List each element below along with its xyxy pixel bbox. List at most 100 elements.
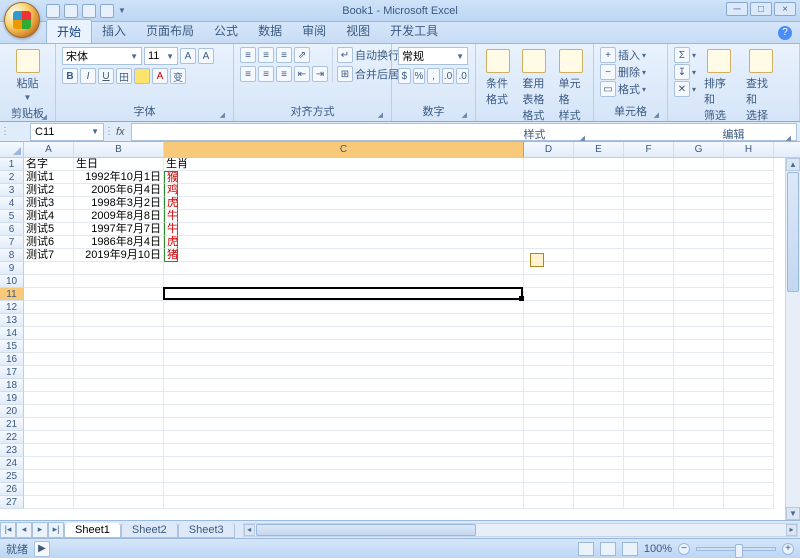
cell-H22[interactable] (724, 431, 774, 444)
qat-print-icon[interactable] (100, 4, 114, 18)
cell-F1[interactable] (624, 158, 674, 171)
vertical-scrollbar[interactable]: ▲ ▼ (785, 158, 800, 520)
tab-页面布局[interactable]: 页面布局 (136, 19, 204, 43)
cell-A12[interactable] (24, 301, 74, 314)
cell-F26[interactable] (624, 483, 674, 496)
name-box[interactable]: C11▼ (30, 123, 104, 141)
cell-E17[interactable] (574, 366, 624, 379)
cell-G20[interactable] (674, 405, 724, 418)
autosum-button[interactable]: Σ▾ (674, 47, 696, 63)
cell-C3-rest[interactable] (178, 184, 524, 197)
tab-插入[interactable]: 插入 (92, 19, 136, 43)
cell-H17[interactable] (724, 366, 774, 379)
cell-E26[interactable] (574, 483, 624, 496)
cell-B11[interactable] (74, 288, 164, 301)
percent-icon[interactable]: % (413, 68, 426, 84)
cell-B5[interactable]: 2009年8月8日 (74, 210, 164, 223)
col-header-G[interactable]: G (674, 142, 724, 157)
cell-C25[interactable] (164, 470, 524, 483)
cell-A22[interactable] (24, 431, 74, 444)
cell-B21[interactable] (74, 418, 164, 431)
cell-G2[interactable] (674, 171, 724, 184)
tab-开始[interactable]: 开始 (46, 19, 92, 43)
cell-F20[interactable] (624, 405, 674, 418)
cell-D13[interactable] (524, 314, 574, 327)
cell-B14[interactable] (74, 327, 164, 340)
cell-H16[interactable] (724, 353, 774, 366)
cell-G16[interactable] (674, 353, 724, 366)
cell-C13[interactable] (164, 314, 524, 327)
cell-B23[interactable] (74, 444, 164, 457)
cell-E23[interactable] (574, 444, 624, 457)
cell-A9[interactable] (24, 262, 74, 275)
col-header-H[interactable]: H (724, 142, 774, 157)
number-format-combo[interactable]: 常规▼ (398, 47, 468, 65)
cell-C26[interactable] (164, 483, 524, 496)
cell-H4[interactable] (724, 197, 774, 210)
cell-A19[interactable] (24, 392, 74, 405)
cell-C27[interactable] (164, 496, 524, 509)
cell-D14[interactable] (524, 327, 574, 340)
tab-视图[interactable]: 视图 (336, 19, 380, 43)
cell-G13[interactable] (674, 314, 724, 327)
cell-A11[interactable] (24, 288, 74, 301)
cell-F2[interactable] (624, 171, 674, 184)
cell-C16[interactable] (164, 353, 524, 366)
cell-A6[interactable]: 测试5 (24, 223, 74, 236)
sheet-tab-Sheet1[interactable]: Sheet1 (64, 523, 121, 538)
cell-C5-rest[interactable] (178, 210, 524, 223)
row-header-6[interactable]: 6 (0, 223, 24, 236)
cell-F4[interactable] (624, 197, 674, 210)
cell-F18[interactable] (624, 379, 674, 392)
row-header-17[interactable]: 17 (0, 366, 24, 379)
fx-icon[interactable]: fx (116, 126, 125, 138)
row-header-11[interactable]: 11 (0, 288, 24, 301)
cell-G18[interactable] (674, 379, 724, 392)
comma-icon[interactable]: , (427, 68, 440, 84)
col-header-F[interactable]: F (624, 142, 674, 157)
cell-E20[interactable] (574, 405, 624, 418)
cell-F27[interactable] (624, 496, 674, 509)
cell-D20[interactable] (524, 405, 574, 418)
row-header-9[interactable]: 9 (0, 262, 24, 275)
cell-B2[interactable]: 1992年10月1日 (74, 171, 164, 184)
cell-C17[interactable] (164, 366, 524, 379)
cell-A1[interactable]: 名字 (24, 158, 74, 171)
row-header-19[interactable]: 19 (0, 392, 24, 405)
cell-C4-rest[interactable] (178, 197, 524, 210)
row-header-1[interactable]: 1 (0, 158, 24, 171)
cell-E12[interactable] (574, 301, 624, 314)
cell-A21[interactable] (24, 418, 74, 431)
cell-F14[interactable] (624, 327, 674, 340)
tab-公式[interactable]: 公式 (204, 19, 248, 43)
qat-redo-icon[interactable] (82, 4, 96, 18)
cell-G7[interactable] (674, 236, 724, 249)
cell-B3[interactable]: 2005年6月4日 (74, 184, 164, 197)
row-header-25[interactable]: 25 (0, 470, 24, 483)
cell-C14[interactable] (164, 327, 524, 340)
cell-G4[interactable] (674, 197, 724, 210)
cell-E1[interactable] (574, 158, 624, 171)
insert-cells-button[interactable]: +插入▾ (600, 47, 661, 63)
cell-G3[interactable] (674, 184, 724, 197)
cell-A13[interactable] (24, 314, 74, 327)
cell-H19[interactable] (724, 392, 774, 405)
cell-E27[interactable] (574, 496, 624, 509)
row-header-27[interactable]: 27 (0, 496, 24, 509)
cell-D7[interactable] (524, 236, 574, 249)
border-icon[interactable]: 田 (116, 68, 132, 84)
cell-C2[interactable]: 猴 (164, 171, 178, 184)
cell-D3[interactable] (524, 184, 574, 197)
cell-D27[interactable] (524, 496, 574, 509)
row-header-23[interactable]: 23 (0, 444, 24, 457)
minimize-button[interactable]: ─ (726, 2, 748, 16)
cell-C23[interactable] (164, 444, 524, 457)
macro-record-icon[interactable]: ▶ (34, 541, 50, 557)
cell-F21[interactable] (624, 418, 674, 431)
cell-B20[interactable] (74, 405, 164, 418)
cell-F5[interactable] (624, 210, 674, 223)
cell-G22[interactable] (674, 431, 724, 444)
zoom-out-button[interactable]: − (678, 543, 690, 555)
cell-C18[interactable] (164, 379, 524, 392)
sheet-nav-prev[interactable]: ◂ (16, 522, 32, 538)
